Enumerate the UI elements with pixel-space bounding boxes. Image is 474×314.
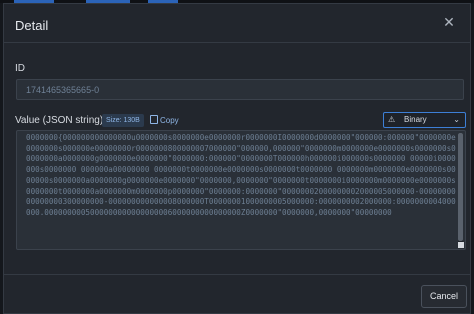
warning-icon: ⚠ [388,115,396,124]
format-select-value: Binary [404,115,427,124]
copy-icon [150,115,158,124]
close-icon[interactable]: ✕ [441,14,457,30]
id-label: ID [15,63,25,74]
header-divider [4,42,470,43]
scrollbar-thumb[interactable] [458,133,463,241]
resize-handle[interactable] [458,242,464,248]
footer-divider [4,274,470,275]
format-select[interactable]: ⚠ Binary ⌄ [383,112,466,128]
chevron-down-icon: ⌄ [453,115,460,124]
size-badge: Size: 130B [102,114,144,127]
dialog-title: Detail [15,18,49,33]
detail-dialog: Detail ✕ ID Value (JSON string) Size: 13… [3,3,471,314]
scrollbar[interactable] [458,133,463,243]
copy-label: Copy [160,116,179,125]
value-label: Value (JSON string) [15,115,104,126]
value-content: 0000000{000000000000000u0000000s0000000e… [26,133,456,217]
cancel-button[interactable]: Cancel [421,285,467,308]
value-textarea[interactable]: 0000000{000000000000000u0000000s0000000e… [16,130,466,250]
copy-button[interactable]: Copy [150,115,179,126]
id-field[interactable] [16,79,464,100]
